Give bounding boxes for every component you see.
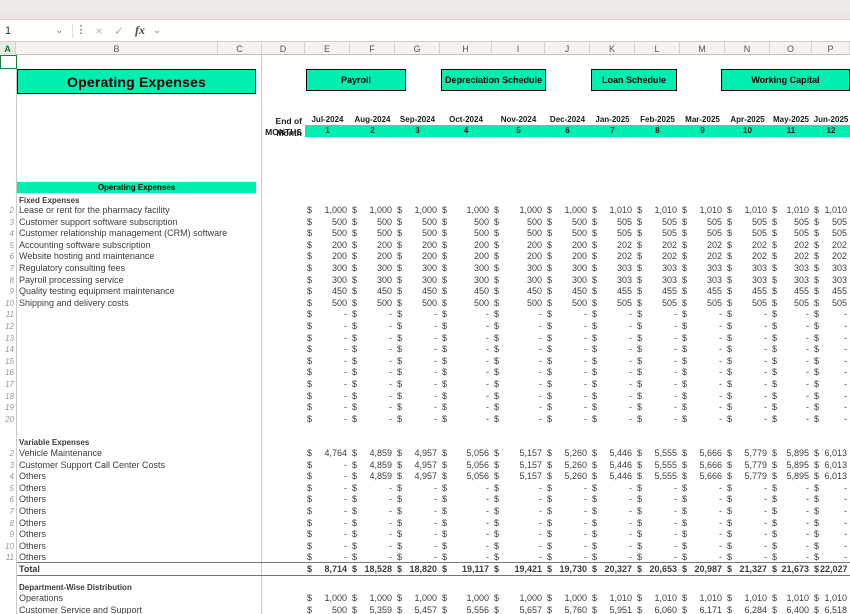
column-header-m[interactable]: M [680,42,725,55]
month-number-4: 4 [440,125,492,137]
months-label: MONTHS [253,126,302,138]
ribbon-strip [0,0,850,20]
month-number-10: 10 [725,125,770,137]
column-header-p[interactable]: P [812,42,850,55]
column-header-k[interactable]: K [590,42,635,55]
grid-vertical-line [16,55,17,614]
more-options-icon[interactable]: ⋮ [73,26,89,35]
nav-button-depreciation-schedule[interactable]: Depreciation Schedule [441,69,546,91]
row-number-gutter: 2345678910111213141516171819202345678910… [0,55,16,614]
column-header-h[interactable]: H [440,42,492,55]
column-header-n[interactable]: N [725,42,770,55]
department-row-2-value-7: 5,951 [598,604,632,614]
month-number-7: 7 [590,125,635,137]
department-row-2-value-2: 5,359 [358,604,392,614]
column-header-g[interactable]: G [395,42,440,55]
fixed-row-19-value-2: - [358,413,392,426]
column-header-f[interactable]: F [350,42,395,55]
row-number-fixed-19[interactable]: 20 [0,413,16,426]
month-number-5: 5 [492,125,545,137]
total-row-bottom-line [17,575,850,576]
nav-button-working-capital[interactable]: Working Capital [721,69,850,91]
confirm-icon[interactable]: ✓ [109,24,129,38]
department-row-2-value-8: 6,060 [643,604,677,614]
fixed-row-19-value-1: - [313,413,347,426]
department-row-2-value-4: 5,556 [448,604,489,614]
nav-button-loan-schedule[interactable]: Loan Schedule [591,69,677,91]
column-header-a[interactable]: A [0,42,16,55]
spreadsheet-app: 1 ⌄ ⋮ × ✓ fx ⌄ ABCDEFGHIJKLMNOP 23456789… [0,0,850,614]
formula-input[interactable] [167,22,850,40]
column-header-j[interactable]: J [545,42,590,55]
fixed-row-19-value-9: - [688,413,722,426]
department-row-2-value-6: 5,760 [553,604,587,614]
month-number-2: 2 [350,125,395,137]
fixed-row-19-value-5: - [500,413,542,426]
grid-body: 2345678910111213141516171819202345678910… [0,55,850,614]
department-row-2-value-5: 5,657 [500,604,542,614]
name-box-value: 1 [5,25,11,37]
fixed-row-19-value-8: - [643,413,677,426]
column-headers: ABCDEFGHIJKLMNOP [0,42,850,55]
month-number-1: 1 [305,125,350,137]
fixed-row-19-value-3: - [403,413,437,426]
month-number-6: 6 [545,125,590,137]
column-header-o[interactable]: O [770,42,812,55]
month-number-8: 8 [635,125,680,137]
column-header-d[interactable]: D [262,42,305,55]
section-header-operating-expenses: Operating Expenses [17,182,256,193]
month-number-11: 11 [770,125,812,137]
column-header-b[interactable]: B [16,42,218,55]
department-row-2-value-1: 500 [313,604,347,614]
column-header-i[interactable]: I [492,42,545,55]
fixed-expense-label-9: Shipping and delivery costs [19,297,257,310]
insert-function-icon[interactable]: fx [129,23,151,38]
fixed-row-19-value-11: - [778,413,809,426]
formula-bar: 1 ⌄ ⋮ × ✓ fx ⌄ [0,20,850,42]
cancel-icon[interactable]: × [89,24,109,38]
department-row-2-value-12: 6,518 [820,604,847,614]
department-label-2: Customer Service and Support [19,604,257,614]
fixed-row-19-value-6: - [553,413,587,426]
month-number-3: 3 [395,125,440,137]
department-row-2-value-10: 6,284 [733,604,767,614]
department-row-2-value-3: 5,457 [403,604,437,614]
month-number-12: 12 [812,125,850,137]
department-row-2-value-11: 6,400 [778,604,809,614]
column-header-e[interactable]: E [305,42,350,55]
chevron-down-icon[interactable]: ⌄ [55,25,63,36]
name-box[interactable]: 1 ⌄ [0,21,72,41]
fixed-row-19-value-12: - [820,413,847,426]
column-header-c[interactable]: C [218,42,262,55]
month-number-9: 9 [680,125,725,137]
column-header-l[interactable]: L [635,42,680,55]
function-chevron-down-icon[interactable]: ⌄ [151,25,163,36]
title-banner: Operating Expenses [17,69,256,94]
department-row-2-value-9: 6,171 [688,604,722,614]
fixed-row-19-value-7: - [598,413,632,426]
fixed-row-19-value-4: - [448,413,489,426]
nav-button-payroll[interactable]: Payroll [306,69,406,91]
row-number-variable-10[interactable]: 11 [0,551,16,564]
fixed-row-19-value-10: - [733,413,767,426]
